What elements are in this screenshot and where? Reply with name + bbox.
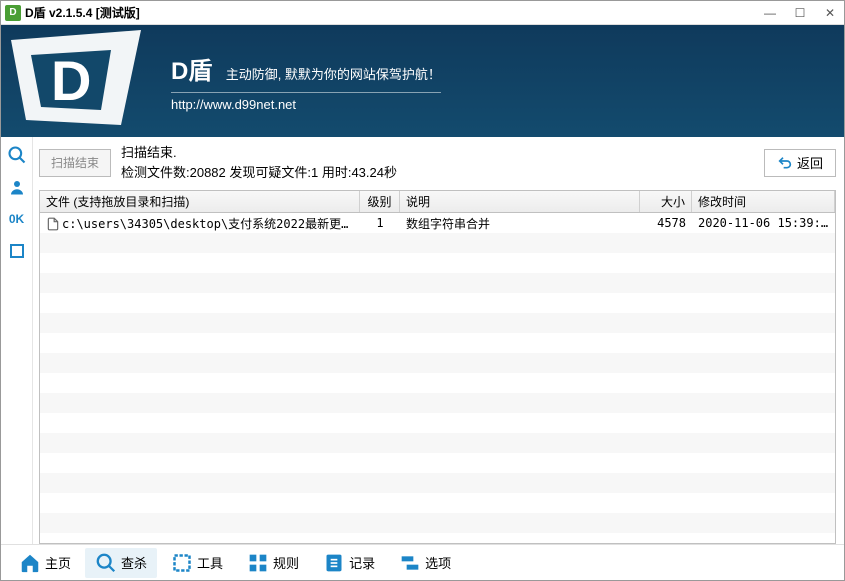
- cell-size: 4578: [640, 216, 692, 230]
- banner: D D盾 主动防御, 默默为你的网站保驾护航！ http://www.d99ne…: [1, 25, 844, 137]
- th-file[interactable]: 文件 (支持拖放目录和扫描): [40, 191, 360, 212]
- results-table: 文件 (支持拖放目录和扫描) 级别 说明 大小 修改时间 c:\users\34…: [39, 190, 836, 544]
- nav-rules-label: 规则: [273, 553, 299, 572]
- status-text: 扫描结束. 检测文件数:20882 发现可疑文件:1 用时:43.24秒: [121, 143, 754, 182]
- table-body[interactable]: c:\users\34305\desktop\支付系统2022最新更新... 1…: [40, 213, 835, 543]
- th-size[interactable]: 大小: [640, 191, 692, 212]
- bottom-nav: 主页 查杀 工具 规则 记录 选项: [1, 544, 844, 580]
- return-icon: [777, 155, 793, 171]
- sidebar-ok-icon[interactable]: 0K: [3, 207, 31, 231]
- titlebar: D D盾 v2.1.5.4 [测试版] — ☐ ✕: [1, 1, 844, 25]
- sidebar-user-icon[interactable]: [3, 175, 31, 199]
- cell-level: 1: [360, 216, 400, 230]
- options-icon: [399, 552, 421, 574]
- nav-scan-label: 查杀: [121, 553, 147, 572]
- rules-icon: [247, 552, 269, 574]
- nav-tools[interactable]: 工具: [161, 548, 233, 578]
- nav-scan[interactable]: 查杀: [85, 548, 157, 578]
- nav-options-label: 选项: [425, 553, 451, 572]
- return-label: 返回: [797, 153, 823, 172]
- log-icon: [323, 552, 345, 574]
- window-title: D盾 v2.1.5.4 [测试版]: [25, 4, 760, 21]
- minimize-button[interactable]: —: [760, 6, 780, 20]
- scan-end-button[interactable]: 扫描结束: [39, 149, 111, 177]
- status-line2: 检测文件数:20882 发现可疑文件:1 用时:43.24秒: [121, 163, 754, 183]
- file-icon: [46, 217, 60, 231]
- sidebar-search-icon[interactable]: [3, 143, 31, 167]
- cell-desc: 数组字符串合并: [400, 215, 640, 232]
- cell-time: 2020-11-06 15:39:52: [692, 216, 835, 230]
- cell-file: c:\users\34305\desktop\支付系统2022最新更新...: [40, 215, 360, 232]
- brand-name: D盾: [171, 51, 212, 86]
- th-time[interactable]: 修改时间: [692, 191, 835, 212]
- table-header: 文件 (支持拖放目录和扫描) 级别 说明 大小 修改时间: [40, 191, 835, 213]
- table-row[interactable]: c:\users\34305\desktop\支付系统2022最新更新... 1…: [40, 213, 835, 233]
- nav-log[interactable]: 记录: [313, 548, 385, 578]
- nav-options[interactable]: 选项: [389, 548, 461, 578]
- brand-url[interactable]: http://www.d99net.net: [171, 92, 441, 112]
- nav-log-label: 记录: [349, 553, 375, 572]
- sidebar: 0K: [1, 137, 33, 544]
- brand-slogan: 主动防御, 默默为你的网站保驾护航！: [226, 67, 441, 82]
- return-button[interactable]: 返回: [764, 149, 836, 177]
- nav-home[interactable]: 主页: [9, 548, 81, 578]
- close-button[interactable]: ✕: [820, 6, 840, 20]
- search-icon: [95, 552, 117, 574]
- status-line1: 扫描结束.: [121, 143, 754, 163]
- nav-tools-label: 工具: [197, 553, 223, 572]
- th-level[interactable]: 级别: [360, 191, 400, 212]
- svg-text:D: D: [51, 49, 91, 112]
- home-icon: [19, 552, 41, 574]
- nav-rules[interactable]: 规则: [237, 548, 309, 578]
- maximize-button[interactable]: ☐: [790, 6, 810, 20]
- sidebar-square-icon[interactable]: [3, 239, 31, 263]
- tools-icon: [171, 552, 193, 574]
- logo: D: [1, 25, 151, 137]
- app-icon: D: [5, 5, 21, 21]
- th-desc[interactable]: 说明: [400, 191, 640, 212]
- nav-home-label: 主页: [45, 553, 71, 572]
